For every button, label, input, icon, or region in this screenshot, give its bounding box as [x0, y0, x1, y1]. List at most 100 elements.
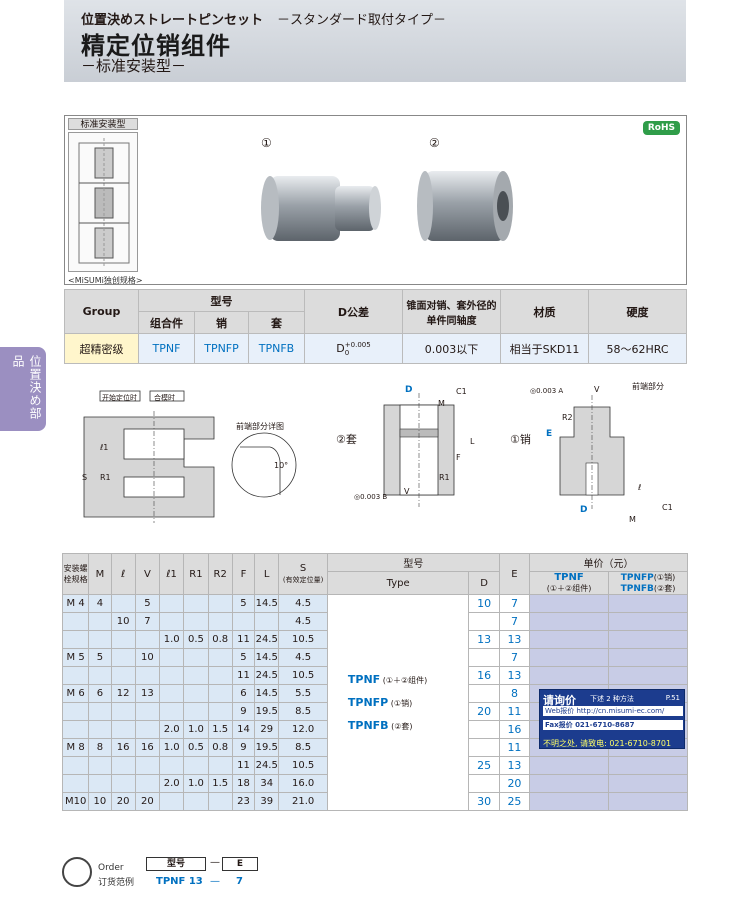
spec-pin-header: 销 [194, 311, 249, 334]
flat-a-label: ◎0.003 A [530, 387, 564, 395]
spec-group-header: Group [64, 289, 139, 334]
cell-L: 34 [254, 774, 280, 793]
cell-v: 10 [134, 648, 161, 667]
cell-e: 25 [498, 792, 531, 811]
spec-pin-value[interactable]: TPNFP [194, 333, 249, 364]
r1-label-left: R1 [100, 473, 111, 482]
cell-d [468, 684, 500, 703]
spec-tol-header: D公差 [304, 289, 403, 334]
cell-m: 6 [88, 684, 112, 703]
order-col-model: 型号 [146, 857, 206, 871]
cell-e: 7 [498, 594, 531, 613]
misumi-note: <MiSUMi独创规格> [68, 276, 143, 285]
price-cell-p2 [607, 756, 689, 775]
cell-l1 [159, 594, 185, 613]
inquiry-foot: 不明之处, 请致电: 021-6710-8701 [543, 739, 672, 748]
cell-v [134, 702, 161, 721]
c1-label: C1 [456, 387, 467, 396]
cell-m [88, 756, 112, 775]
cell-r1 [183, 756, 209, 775]
cell-v: 13 [134, 684, 161, 703]
spec-sleeve-value[interactable]: TPNFB [248, 333, 305, 364]
cell-screw [61, 720, 90, 739]
product-image-panel: 标准安装型 ① ② RoHS <MiSUMi独创规格> [64, 115, 687, 285]
cell-screw [61, 612, 90, 631]
price-cell-p1 [529, 648, 609, 667]
cell-d: 30 [468, 792, 500, 811]
cell-r2 [207, 666, 233, 685]
side-category-tab[interactable]: 位置決め部品 [0, 347, 46, 431]
table-row: M 4 4 5 5 14.5 4.5 TPNF (①＋②组件) TPNFP (①销) TPNFB… [61, 594, 689, 811]
cell-l: 16 [110, 738, 136, 757]
price-cell-p2 [607, 594, 689, 613]
order-title-en: Order [98, 863, 124, 873]
type-item[interactable]: TPNF (①＋②组件) [348, 673, 469, 686]
type-item[interactable]: TPNFB (②套) [348, 719, 469, 732]
cell-l [110, 756, 136, 775]
price-cell-p2 [607, 792, 689, 811]
cell-r1 [183, 684, 209, 703]
type-item[interactable]: TPNFP (①销) [348, 696, 469, 709]
install-sketch [68, 132, 138, 272]
cell-l1: 1.0 [159, 738, 185, 757]
cell-m: 10 [88, 792, 112, 811]
cell-v [134, 666, 161, 685]
cell-screw: M 4 [61, 594, 90, 613]
front-label: 前端部分 [632, 382, 664, 391]
cell-s: 8.5 [278, 738, 328, 757]
cell-s: 4.5 [278, 612, 328, 631]
cell-s: 16.0 [278, 774, 328, 793]
spec-model-header: 型号 [138, 289, 305, 312]
cell-d: 25 [468, 756, 500, 775]
cell-e: 11 [498, 702, 531, 721]
flat-b-label: ◎0.003 B [354, 493, 388, 501]
type-list: TPNF (①＋②组件) TPNFP (①销) TPNFB (②套) [326, 594, 470, 811]
price-cell-p1 [529, 594, 609, 613]
type-note: (①＋②组件) [380, 676, 428, 685]
inquiry-page: P.51 [665, 694, 680, 702]
cell-L: 14.5 [254, 594, 280, 613]
spec-combo-value[interactable]: TPNF [138, 333, 195, 364]
type-note: (②套) [388, 722, 413, 731]
price-cell-p2 [607, 612, 689, 631]
l-header: ℓ [110, 553, 136, 595]
e-header: E [498, 553, 531, 595]
cell-e: 7 [498, 612, 531, 631]
cell-l: 10 [110, 612, 136, 631]
spec-group-value: 超精密级 [64, 333, 139, 364]
cell-r2 [207, 684, 233, 703]
cell-r2 [207, 594, 233, 613]
cell-s: 21.0 [278, 792, 328, 811]
spec-sleeve-header: 套 [248, 311, 305, 334]
r1-label: R1 [439, 473, 450, 482]
cell-screw [61, 630, 90, 649]
price-table: 安装螺栓规格 M ℓ V ℓ1 R1 R2 F L S (有效定位量) 型号 E … [61, 553, 689, 811]
cell-L: 19.5 [254, 702, 280, 721]
cell-screw [61, 702, 90, 721]
price-cell-p2 [607, 648, 689, 667]
cell-l [110, 630, 136, 649]
cell-L: 14.5 [254, 684, 280, 703]
order-dash: — [210, 857, 220, 868]
cell-s: 4.5 [278, 594, 328, 613]
type-code: TPNFB [347, 719, 389, 732]
cell-screw: M 8 [61, 738, 90, 757]
cell-e: 13 [498, 666, 531, 685]
web-quote-row[interactable]: Web报价 http://cn.misumi-ec.com/ [543, 706, 683, 716]
cell-e: 13 [498, 756, 531, 775]
spec-coax-value: 0.003以下 [402, 333, 501, 364]
order-example: Order 订货范例 型号 — E TPNF 13 — 7 [62, 855, 362, 895]
r1-header: R1 [183, 553, 209, 595]
cell-d: 13 [468, 630, 500, 649]
price-inquiry-box[interactable]: 请询价 下述 2 种方法 P.51 Web报价 http://cn.misumi… [539, 689, 685, 749]
cell-l1: 2.0 [159, 774, 185, 793]
cell-screw: M10 [61, 792, 90, 811]
r2-header: R2 [207, 553, 233, 595]
cell-m: 5 [88, 648, 112, 667]
r2-label: R2 [562, 413, 573, 422]
v-label: V [404, 487, 410, 496]
price-tpnfp-header: TPNFP(①销) TPNFB(②套) [607, 571, 689, 595]
type-header: Type [326, 571, 470, 595]
spec-hardness-header: 硬度 [588, 289, 687, 334]
cell-m [88, 774, 112, 793]
